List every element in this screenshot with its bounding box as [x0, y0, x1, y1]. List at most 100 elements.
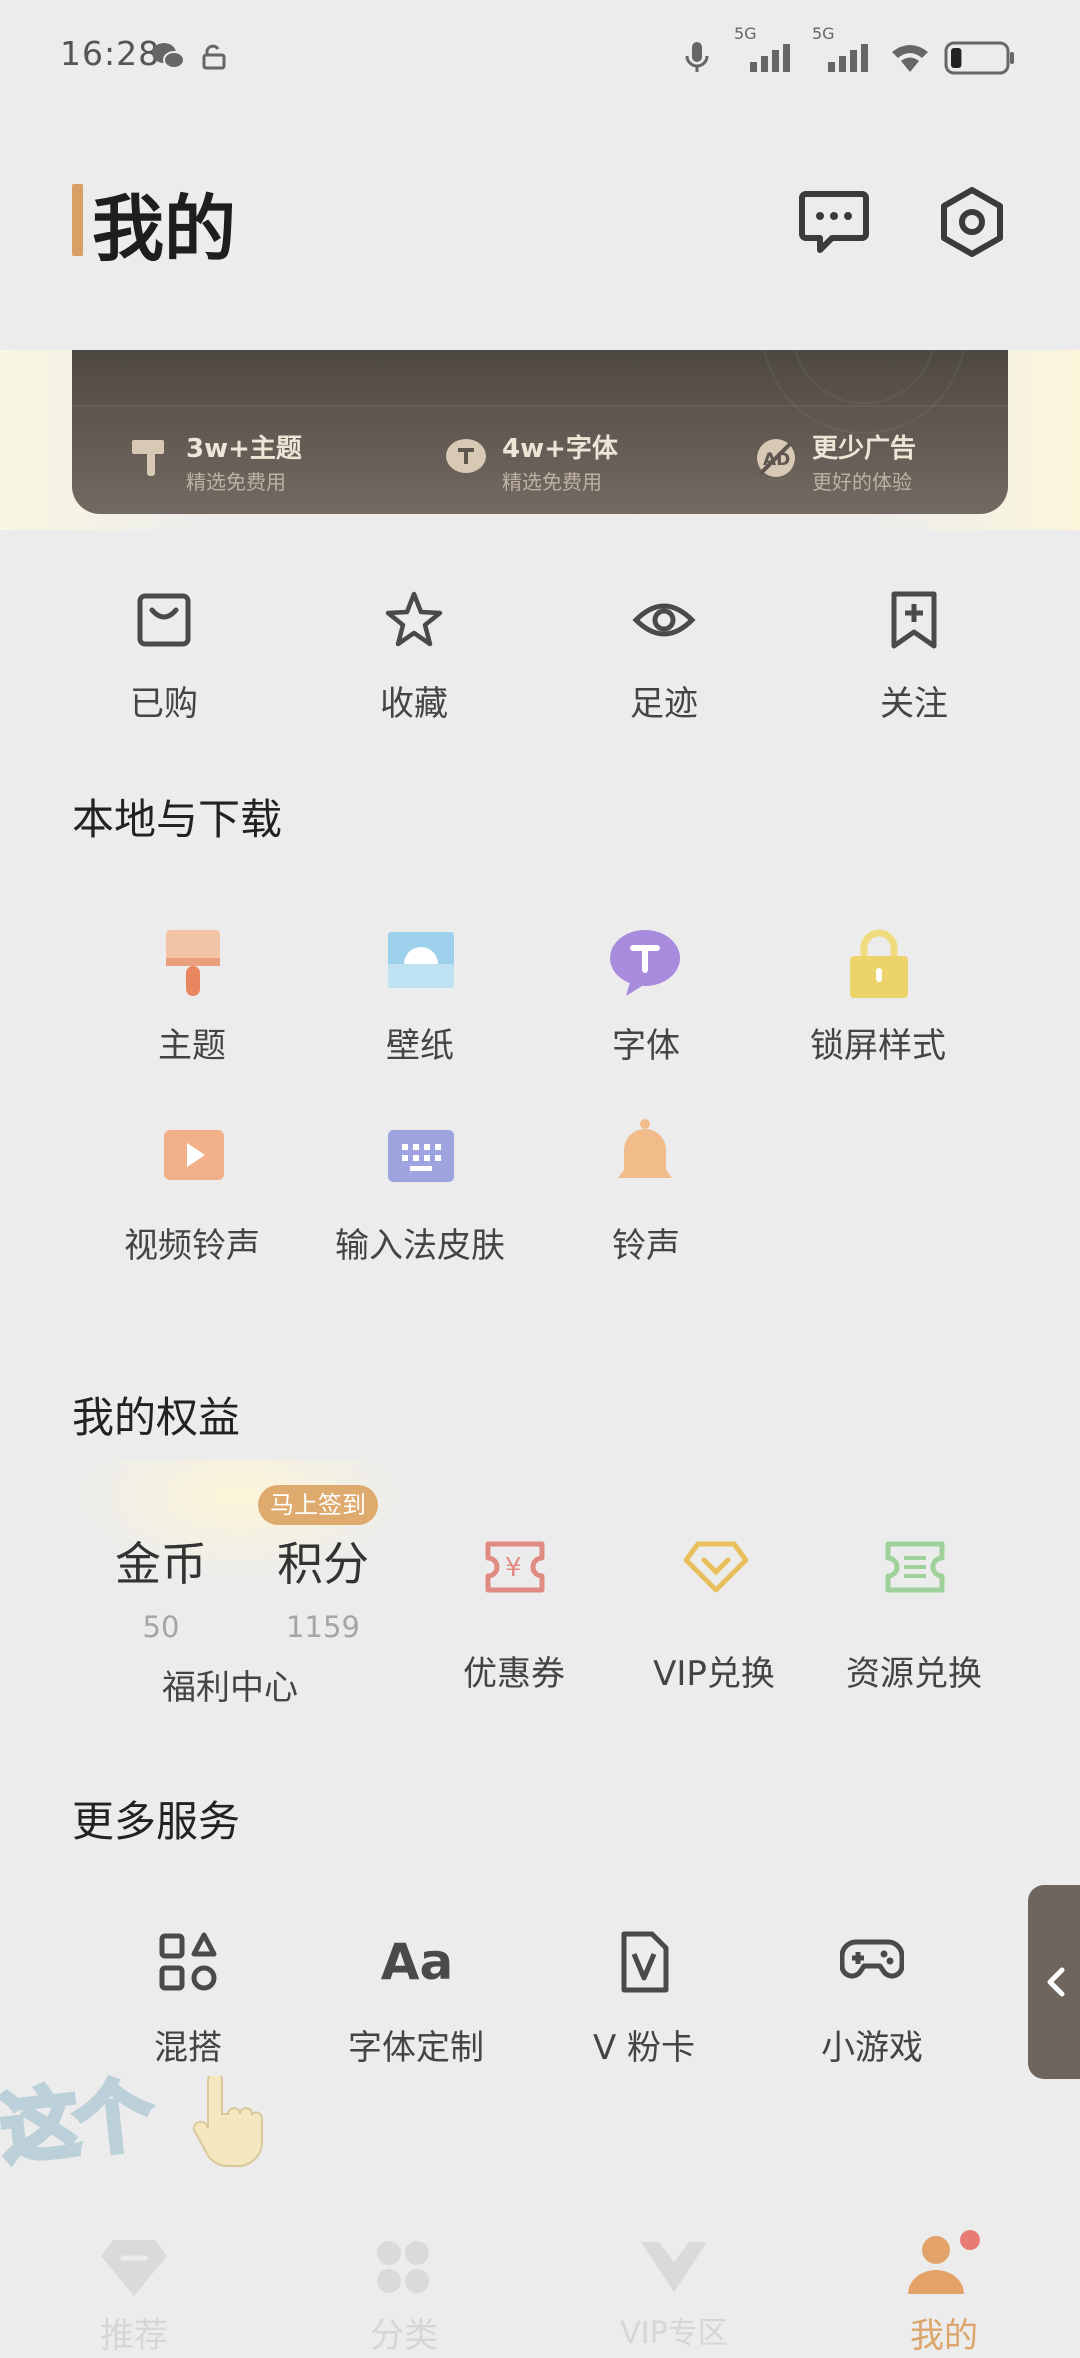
nav-category[interactable]: 分类 — [304, 2210, 504, 2358]
bottom-nav: 推荐 分类 VIP专区 我的 — [0, 2210, 1080, 2358]
wechat-icon — [152, 43, 185, 69]
perk-title: 4w+字体 — [502, 434, 618, 464]
welfare-center-label[interactable]: 福利中心 — [162, 1660, 298, 1709]
purchased-bag-icon — [137, 593, 191, 647]
section-title-more: 更多服务 — [72, 1797, 241, 1846]
perk-title: 更少广告 — [812, 434, 917, 464]
service-label: 小游戏 — [821, 2028, 923, 2068]
wifi-icon — [892, 45, 928, 72]
settings-icon[interactable] — [934, 184, 1010, 260]
rights-item-vip-exchange[interactable]: VIP兑换 — [604, 1540, 824, 1694]
signal-5g-icon — [828, 44, 868, 72]
v-card-icon — [621, 1931, 669, 1993]
coins-label: 金币 — [115, 1537, 207, 1591]
mic-icon — [685, 42, 709, 72]
vip-perk-themes: 3w+主题 精选免费用 — [126, 428, 366, 498]
diamond-recommend-icon — [101, 2240, 167, 2296]
nav-recommend[interactable]: 推荐 — [34, 2210, 234, 2358]
rights-item-label: VIP兑换 — [653, 1654, 775, 1694]
brush-icon — [166, 930, 220, 996]
section-title-local: 本地与下载 — [72, 795, 283, 844]
local-item-label: 字体 — [612, 1026, 680, 1066]
battery-icon — [944, 41, 1014, 75]
local-item-label: 铃声 — [612, 1226, 680, 1266]
perk-subtitle: 更好的体验 — [812, 470, 912, 494]
service-mix[interactable]: 混搭 — [88, 1930, 288, 2070]
font-icon — [446, 439, 486, 473]
quick-action-following[interactable]: 关注 — [824, 590, 1004, 730]
quick-action-label: 关注 — [880, 684, 948, 724]
local-item-theme[interactable]: 主题 — [82, 928, 302, 1068]
vip-diamond-icon — [684, 1541, 748, 1593]
local-item-font[interactable]: 字体 — [536, 928, 756, 1068]
status-time: 16:28 — [60, 34, 161, 73]
local-item-label: 主题 — [158, 1026, 226, 1066]
service-v-card[interactable]: V 粉卡 — [544, 1930, 744, 2070]
eye-icon — [632, 603, 696, 637]
local-item-label: 视频铃声 — [124, 1226, 260, 1266]
local-item-label: 壁纸 — [386, 1026, 454, 1066]
vip-banner[interactable]: 3w+主题 精选免费用 4w+字体 精选免费用 AD 更少广告 更好的体验 — [72, 350, 1008, 514]
local-item-ringtone[interactable]: 铃声 — [536, 1118, 756, 1266]
rights-item-coupon[interactable]: ¥ 优惠券 — [404, 1540, 624, 1694]
checkin-badge[interactable]: 马上签到 — [258, 1485, 378, 1525]
profile-icon — [908, 2230, 980, 2294]
coins-block[interactable]: 金币 50 — [106, 1528, 216, 1644]
mix-shapes-icon — [159, 1932, 217, 1991]
local-item-video-ringtone[interactable]: 视频铃声 — [82, 1128, 302, 1268]
coins-value: 50 — [142, 1610, 180, 1644]
pointing-hand-icon — [192, 2076, 263, 2168]
rights-item-label: 资源兑换 — [846, 1654, 982, 1694]
svg-text:¥: ¥ — [505, 1553, 522, 1583]
font-bubble-icon — [610, 930, 680, 996]
nav-vip[interactable]: VIP专区 — [574, 2210, 774, 2358]
status-bar: 16:28 5G 5G — [0, 0, 1080, 110]
quick-action-favorites[interactable]: 收藏 — [324, 590, 504, 730]
side-drawer-tab[interactable] — [1028, 1885, 1080, 2079]
font-aa-icon: Aa — [380, 1933, 454, 1991]
page-title: 我的 — [92, 187, 237, 271]
coupon-icon: ¥ — [485, 1541, 545, 1593]
rights-item-resource-exchange[interactable]: 资源兑换 — [804, 1540, 1024, 1694]
bookmark-plus-icon — [891, 591, 937, 649]
service-mini-games[interactable]: 小游戏 — [772, 1930, 972, 2070]
ticket-icon — [885, 1541, 945, 1593]
nav-label: 分类 — [370, 2316, 438, 2356]
no-ad-icon: AD — [757, 439, 795, 477]
star-icon — [385, 591, 443, 647]
gamepad-icon — [840, 1939, 904, 1979]
quick-action-purchased[interactable]: 已购 — [74, 590, 254, 730]
signal-5g-icon — [750, 44, 790, 72]
keyboard-icon — [388, 1130, 454, 1182]
section-title-rights: 我的权益 — [72, 1393, 241, 1442]
points-block[interactable]: 积分 1159 — [268, 1528, 378, 1644]
local-item-wallpaper[interactable]: 壁纸 — [310, 928, 530, 1068]
local-item-lockscreen[interactable]: 锁屏样式 — [768, 928, 988, 1068]
service-label: 字体定制 — [348, 2028, 484, 2068]
message-icon[interactable] — [796, 184, 872, 260]
nav-label: VIP专区 — [620, 2316, 728, 2351]
video-play-icon — [164, 1130, 224, 1180]
perk-subtitle: 精选免费用 — [186, 470, 286, 494]
quick-action-label: 收藏 — [380, 684, 448, 724]
category-grid-icon — [377, 2241, 429, 2293]
nav-mine[interactable]: 我的 — [844, 2210, 1044, 2358]
paint-brush-icon — [132, 440, 164, 476]
bell-icon — [618, 1119, 672, 1178]
points-value: 1159 — [286, 1610, 360, 1644]
nav-label: 我的 — [910, 2316, 978, 2356]
wallpaper-icon — [388, 932, 454, 988]
lock-icon — [850, 929, 908, 998]
local-item-keyboard-skin[interactable]: 输入法皮肤 — [310, 1128, 530, 1268]
net-label-1: 5G — [734, 24, 757, 43]
nav-label: 推荐 — [100, 2316, 168, 2356]
chevron-left-icon — [1047, 1967, 1065, 1997]
doodle-text: 这个 — [0, 2068, 156, 2178]
perk-title: 3w+主题 — [186, 434, 302, 464]
vip-perk-fonts: 4w+字体 精选免费用 — [442, 428, 682, 498]
rights-item-label: 优惠券 — [463, 1654, 565, 1694]
unlock-icon — [202, 44, 226, 70]
quick-action-history[interactable]: 足迹 — [574, 590, 754, 730]
service-font-custom[interactable]: Aa 字体定制 — [316, 1930, 516, 2070]
vip-perk-no-ads: AD 更少广告 更好的体验 — [752, 428, 992, 498]
